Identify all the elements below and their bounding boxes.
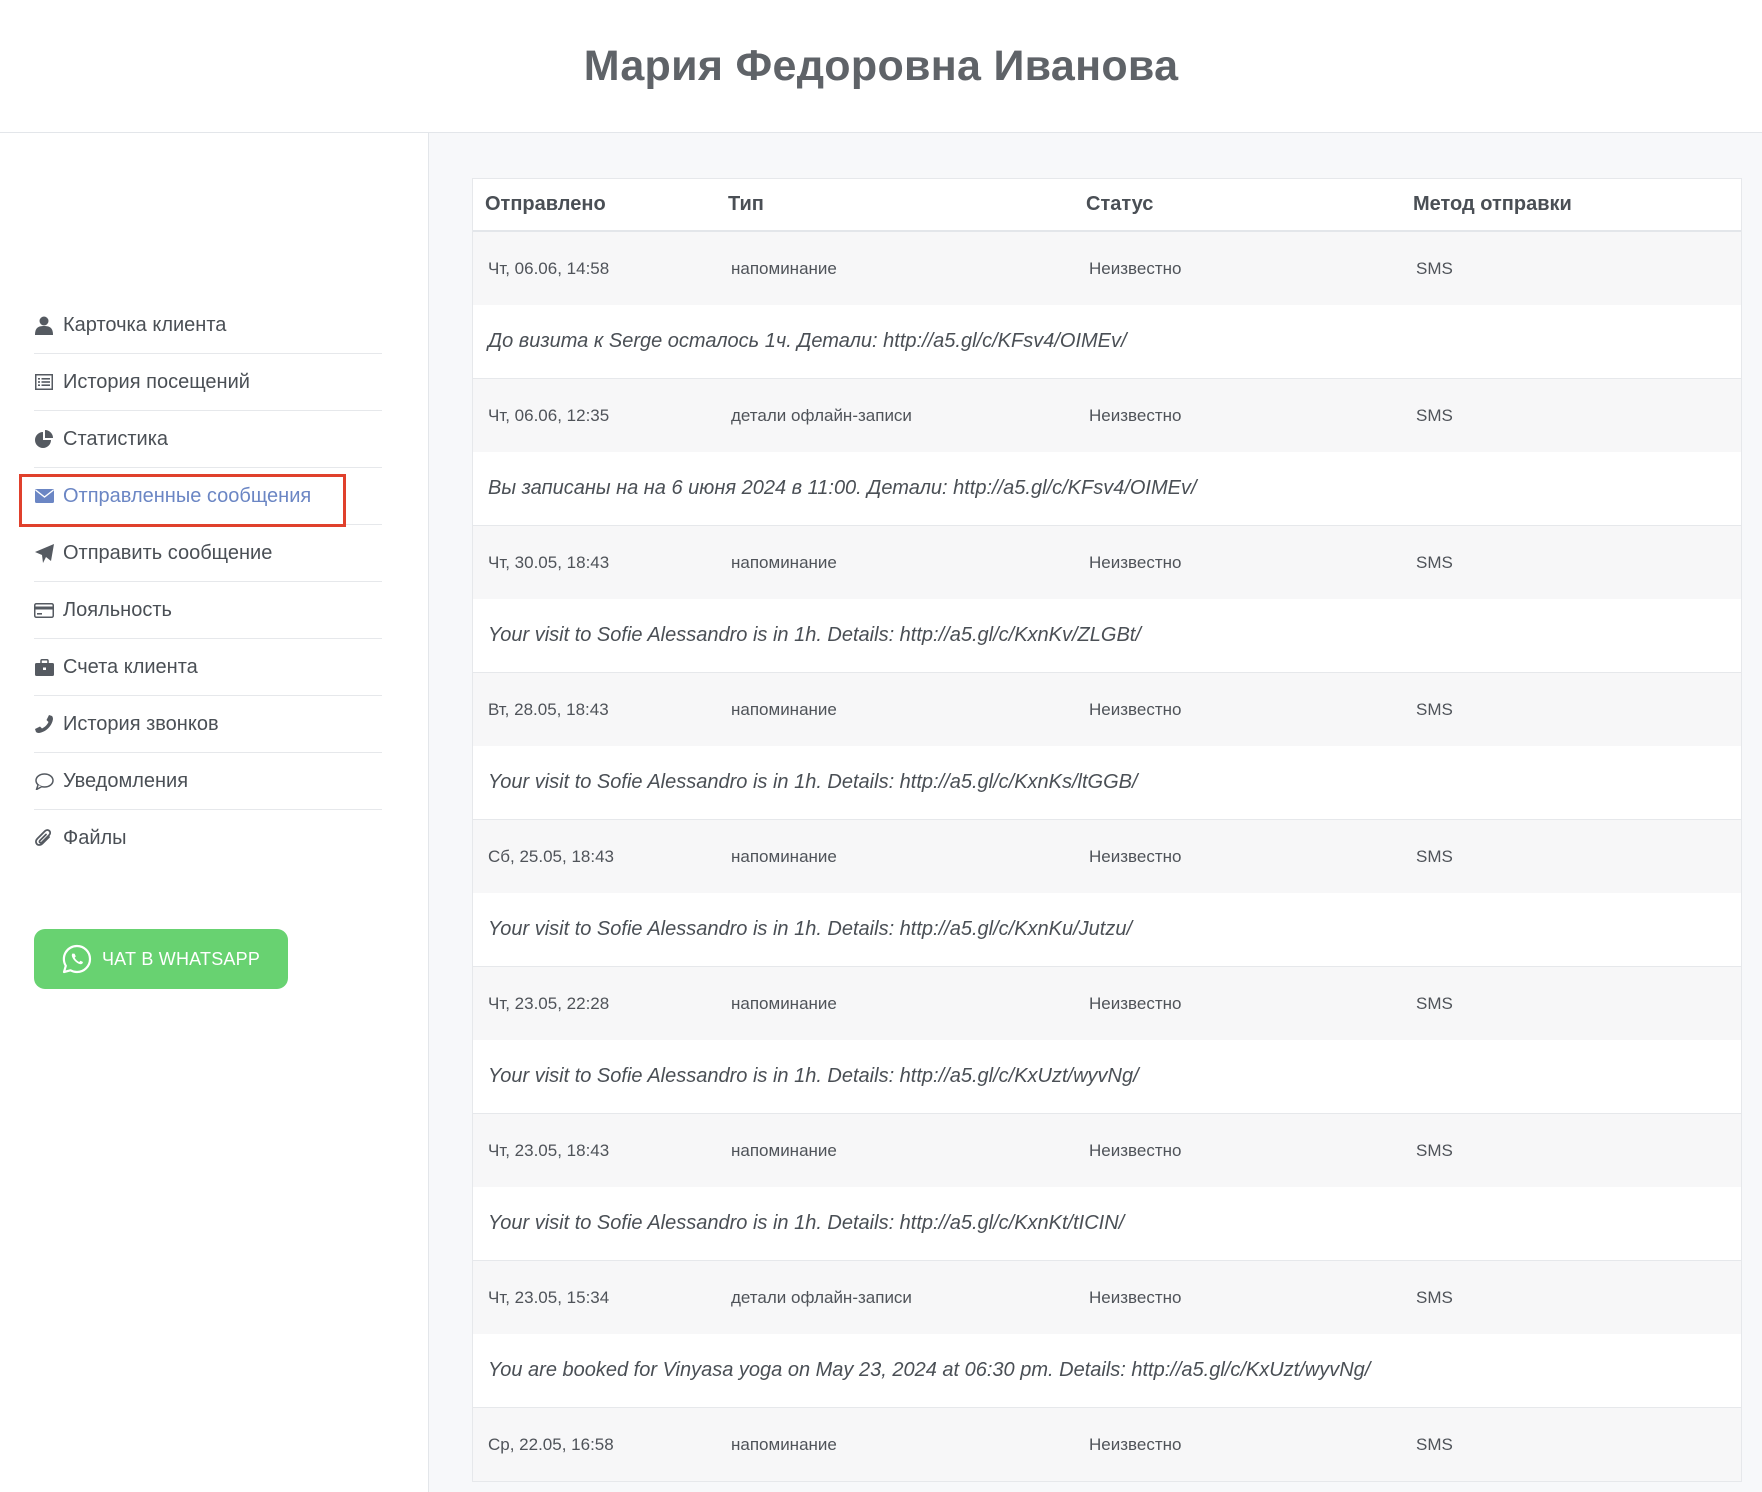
- sidebar-item-label: Отправить сообщение: [63, 541, 273, 564]
- phone-icon: [34, 714, 54, 734]
- status-cell: Неизвестно: [1089, 846, 1182, 866]
- table-header: Отправлено Тип Статус Метод отправки: [473, 179, 1741, 232]
- status-cell: Неизвестно: [1089, 405, 1182, 425]
- method-cell: SMS: [1416, 846, 1453, 866]
- message-text: Your visit to Sofie Alessandro is in 1h.…: [473, 599, 1741, 673]
- status-cell: Неизвестно: [1089, 1434, 1182, 1454]
- briefcase-icon: [34, 657, 54, 677]
- column-header-status[interactable]: Статус: [1086, 193, 1413, 216]
- sidebar-item-send-message[interactable]: Отправить сообщение: [34, 525, 382, 582]
- method-cell: SMS: [1416, 993, 1453, 1013]
- status-cell: Неизвестно: [1089, 699, 1182, 719]
- table-row: Ср, 22.05, 16:58 напоминание Неизвестно SMS: [473, 1408, 1741, 1481]
- sidebar-item-label: Отправленные сообщения: [63, 484, 312, 507]
- sent-cell: Чт, 23.05, 15:34: [488, 1287, 610, 1307]
- table-row: Чт, 06.06, 14:58 напоминание Неизвестно SMS: [473, 232, 1741, 305]
- sent-cell: Чт, 30.05, 18:43: [488, 552, 610, 572]
- whatsapp-icon: [62, 944, 92, 974]
- table-row: Сб, 25.05, 18:43 напоминание Неизвестно SMS: [473, 820, 1741, 893]
- type-cell: детали офлайн-записи: [731, 405, 912, 425]
- sidebar-item-loyalty[interactable]: Лояльность: [34, 582, 382, 639]
- sidebar-item-notifications[interactable]: Уведомления: [34, 753, 382, 810]
- method-cell: SMS: [1416, 258, 1453, 278]
- sidebar-item-sent-messages[interactable]: Отправленные сообщения: [34, 468, 382, 525]
- sidebar-item-label: Уведомления: [63, 769, 189, 792]
- sidebar-nav: Карточка клиента История посещений Стати…: [34, 297, 382, 867]
- message-text: Your visit to Sofie Alessandro is in 1h.…: [473, 893, 1741, 967]
- table-row: Чт, 23.05, 15:34 детали офлайн-записи Неиз…: [473, 1261, 1741, 1334]
- sidebar: Карточка клиента История посещений Стати…: [0, 133, 429, 1492]
- sent-cell: Вт, 28.05, 18:43: [488, 699, 609, 719]
- main-content: Отправлено Тип Статус Метод отправки Чт,…: [429, 133, 1762, 1492]
- table-row: Чт, 30.05, 18:43 напоминание Неизвестно SMS: [473, 526, 1741, 599]
- status-cell: Неизвестно: [1089, 1287, 1182, 1307]
- paper-plane-icon: [34, 543, 54, 563]
- sidebar-item-label: История посещений: [63, 370, 250, 393]
- sidebar-item-label: Статистика: [63, 427, 169, 450]
- messages-table: Отправлено Тип Статус Метод отправки Чт,…: [472, 178, 1742, 1482]
- sidebar-item-label: Карточка клиента: [63, 313, 227, 336]
- table-row: Чт, 06.06, 12:35 детали офлайн-записи Неиз…: [473, 379, 1741, 452]
- type-cell: детали офлайн-записи: [731, 1287, 912, 1307]
- page-title: Мария Федоровна Иванова: [583, 41, 1179, 90]
- type-cell: напоминание: [731, 846, 837, 866]
- message-text: Your visit to Sofie Alessandro is in 1h.…: [473, 1187, 1741, 1261]
- sent-cell: Чт, 06.06, 14:58: [488, 258, 610, 278]
- method-cell: SMS: [1416, 699, 1453, 719]
- status-cell: Неизвестно: [1089, 258, 1182, 278]
- user-icon: [34, 315, 54, 335]
- whatsapp-button-label: ЧАТ В WHATSAPP: [101, 948, 261, 969]
- table-row: Вт, 28.05, 18:43 напоминание Неизвестно SMS: [473, 673, 1741, 746]
- type-cell: напоминание: [731, 552, 837, 572]
- method-cell: SMS: [1416, 1287, 1453, 1307]
- type-cell: напоминание: [731, 258, 837, 278]
- sidebar-item-client-card[interactable]: Карточка клиента: [34, 297, 382, 354]
- type-cell: напоминание: [731, 993, 837, 1013]
- status-cell: Неизвестно: [1089, 993, 1182, 1013]
- page-header: Мария Федоровна Иванова: [0, 0, 1762, 133]
- sent-cell: Ср, 22.05, 16:58: [488, 1434, 614, 1454]
- table-row: Чт, 23.05, 22:28 напоминание Неизвестно SMS: [473, 967, 1741, 1040]
- message-text: Your visit to Sofie Alessandro is in 1h.…: [473, 1040, 1741, 1114]
- envelope-icon: [34, 486, 54, 506]
- sidebar-item-files[interactable]: Файлы: [34, 810, 382, 867]
- sidebar-item-label: Лояльность: [63, 598, 172, 621]
- sidebar-item-visit-history[interactable]: История посещений: [34, 354, 382, 411]
- table-row: Чт, 23.05, 18:43 напоминание Неизвестно SMS: [473, 1114, 1741, 1187]
- type-cell: напоминание: [731, 1140, 837, 1160]
- paperclip-icon: [34, 829, 54, 849]
- sidebar-item-client-invoices[interactable]: Счета клиента: [34, 639, 382, 696]
- credit-card-icon: [34, 600, 54, 620]
- message-text: Your visit to Sofie Alessandro is in 1h.…: [473, 746, 1741, 820]
- type-cell: напоминание: [731, 1434, 837, 1454]
- message-text: You are booked for Vinyasa yoga on May 2…: [473, 1334, 1741, 1408]
- sidebar-item-label: Файлы: [63, 827, 127, 849]
- method-cell: SMS: [1416, 552, 1453, 572]
- method-cell: SMS: [1416, 1434, 1453, 1454]
- message-text: Вы записаны на на 6 июня 2024 в 11:00. Д…: [473, 452, 1741, 526]
- list-icon: [34, 372, 54, 392]
- layout: Карточка клиента История посещений Стати…: [0, 133, 1762, 1492]
- status-cell: Неизвестно: [1089, 552, 1182, 572]
- table-body: Чт, 06.06, 14:58 напоминание Неизвестно SMS…: [473, 232, 1741, 1481]
- sent-cell: Чт, 23.05, 22:28: [488, 993, 610, 1013]
- column-header-method[interactable]: Метод отправки: [1413, 193, 1741, 216]
- sidebar-item-label: История звонков: [63, 712, 219, 735]
- status-cell: Неизвестно: [1089, 1140, 1182, 1160]
- message-text: До визита к Serge осталось 1ч. Детали: h…: [473, 305, 1741, 379]
- sent-cell: Сб, 25.05, 18:43: [488, 846, 614, 866]
- sent-cell: Чт, 23.05, 18:43: [488, 1140, 610, 1160]
- column-header-sent[interactable]: Отправлено: [473, 193, 728, 216]
- sent-cell: Чт, 06.06, 12:35: [488, 405, 610, 425]
- comment-icon: [34, 771, 54, 791]
- sidebar-item-call-history[interactable]: История звонков: [34, 696, 382, 753]
- method-cell: SMS: [1416, 405, 1453, 425]
- pie-chart-icon: [34, 429, 54, 449]
- column-header-type[interactable]: Тип: [728, 193, 1086, 216]
- sidebar-item-statistics[interactable]: Статистика: [34, 411, 382, 468]
- sidebar-item-label: Счета клиента: [63, 655, 198, 678]
- type-cell: напоминание: [731, 699, 837, 719]
- method-cell: SMS: [1416, 1140, 1453, 1160]
- whatsapp-chat-button[interactable]: ЧАТ В WHATSAPP: [34, 929, 288, 989]
